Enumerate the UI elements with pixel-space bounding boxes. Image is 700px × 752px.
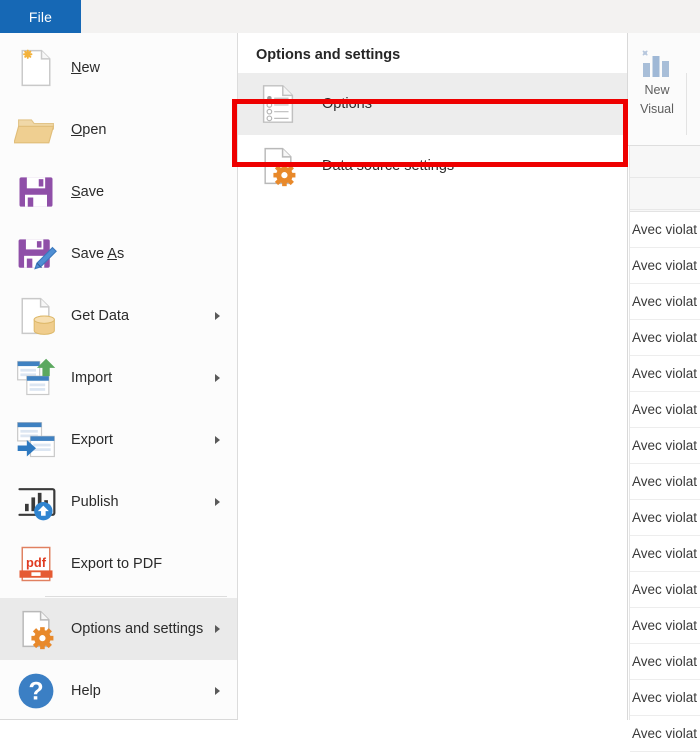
data-pane-toolbar-row-1 [630,146,700,178]
table-row[interactable]: Avec violat [630,680,700,716]
data-pane-toolbar-row-2 [630,178,700,210]
menu-item-label: Open [71,122,107,138]
menu-item-label: Export to PDF [71,556,163,572]
help-icon: ? [10,667,62,715]
menu-item-open[interactable]: Open [0,99,237,161]
menu-item-label: Help [71,683,101,699]
menu-item-label: Save As [71,246,125,262]
table-row[interactable]: Avec violat [630,572,700,608]
table-row[interactable]: Avec violat [630,392,700,428]
export-icon [10,416,62,464]
menu-item-label: Options and settings [71,621,204,637]
table-row[interactable]: Avec violat [630,284,700,320]
new-visual-label-2: Visual [640,102,674,116]
menu-item-export-to-pdf[interactable]: pdf Export to PDF [0,533,237,595]
backstage-item-data-source-settings[interactable]: Data source settings [238,135,627,197]
backstage-item-options[interactable]: Options [238,73,627,135]
menu-item-import[interactable]: Import [0,347,237,409]
tab-file[interactable]: File [0,0,81,33]
menu-item-save-as[interactable]: Save As [0,223,237,285]
file-backstage-view: New Open Save Save As Get Data Import Export Pu… [0,33,628,733]
ribbon-group-insert: New Visual A Qu [628,39,700,119]
chevron-right-icon [215,374,220,382]
bar-chart-new-icon [637,47,677,81]
menu-item-get-data[interactable]: Get Data [0,285,237,347]
data-source-gear-icon [252,141,304,191]
save-floppy-icon [10,168,62,216]
menu-item-publish[interactable]: Publish [0,471,237,533]
data-pane-toolbar [630,146,700,212]
table-row[interactable]: Avec violat [630,212,700,248]
menu-item-label: Get Data [71,308,130,324]
svg-text:pdf: pdf [26,555,47,570]
new-visual-button[interactable]: New Visual [628,39,686,119]
ribbon-group-divider [686,73,687,135]
menu-item-help[interactable]: ? Help [0,660,237,722]
ask-question-button[interactable]: A Qu [686,39,700,119]
export-pdf-icon: pdf [10,540,62,588]
backstage-item-label: Options [322,96,372,112]
publish-icon [10,478,62,526]
table-row[interactable]: Avec violat [630,716,700,752]
table-row[interactable]: Avec violat [630,428,700,464]
new-visual-label-1: New [644,83,670,97]
open-folder-icon [10,106,62,154]
chevron-right-icon [215,312,220,320]
file-tab-label: File [28,8,53,25]
table-row[interactable]: Avec violat [630,464,700,500]
backstage-pane-title: Options and settings [256,47,401,63]
table-row[interactable]: Avec violat [630,320,700,356]
backstage-detail-pane: Options and settings Options Data source … [238,33,627,733]
menu-item-label: Publish [71,494,119,510]
table-row[interactable]: Avec violat [630,644,700,680]
menu-item-label: New [71,60,101,76]
options-list-document-icon [252,79,304,129]
menu-separator [45,596,227,597]
menu-item-label: Import [71,370,113,386]
svg-text:?: ? [28,678,43,705]
backstage-pane-items: Options Data source settings [238,73,627,197]
menu-item-save[interactable]: Save [0,161,237,223]
menu-item-new[interactable]: New [0,37,237,99]
chevron-right-icon [215,687,220,695]
menu-item-options-and-settings[interactable]: Options and settings [0,598,237,660]
import-icon [10,354,62,402]
table-row[interactable]: Avec violat [630,608,700,644]
save-as-floppy-pencil-icon [10,230,62,278]
table-row[interactable]: Avec violat [630,500,700,536]
new-document-icon [10,44,62,92]
menu-item-label: Export [71,432,113,448]
data-table-rows: Avec violat Avec violat Avec violat Avec vi… [630,212,700,752]
backstage-menu-list: New Open Save Save As Get Data Import Export Pu… [0,33,238,719]
chevron-right-icon [215,436,220,444]
table-row[interactable]: Avec violat [630,248,700,284]
ask-question-icon [695,47,700,81]
data-table-pane[interactable]: Avec violat Avec violat Avec violat Avec vi… [629,146,700,752]
chevron-right-icon [215,498,220,506]
backstage-item-label: Data source settings [322,158,455,174]
get-data-icon [10,292,62,340]
menu-item-export[interactable]: Export [0,409,237,471]
options-settings-icon [10,605,62,653]
chevron-right-icon [215,625,220,633]
menu-item-label: Save [71,184,105,200]
table-row[interactable]: Avec violat [630,356,700,392]
ribbon-tab-strip: File [0,0,700,34]
table-row[interactable]: Avec violat [630,536,700,572]
